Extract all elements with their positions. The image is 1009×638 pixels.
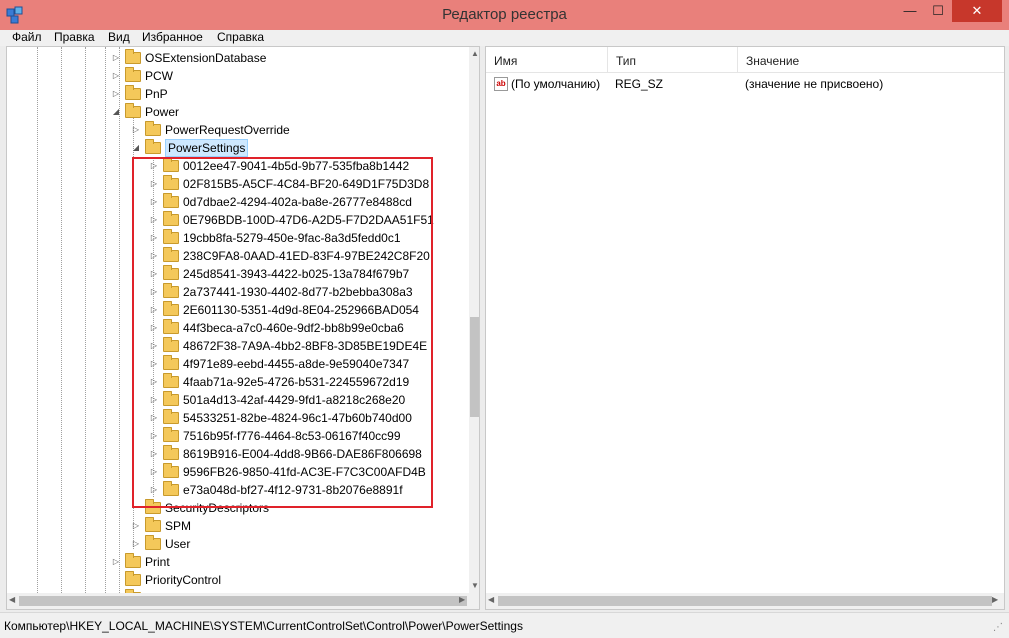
folder-icon <box>145 535 161 550</box>
close-button[interactable]: ✕ <box>952 0 1002 22</box>
expand-arrow-icon[interactable]: ▷ <box>131 517 141 535</box>
tree-guide-line <box>119 47 120 593</box>
scroll-left-icon[interactable]: ◀ <box>488 595 494 604</box>
tree-node-label: Print <box>145 555 170 569</box>
folder-icon <box>145 139 161 154</box>
menu-help[interactable]: Справка <box>217 30 264 44</box>
values-list[interactable]: Имя Тип Значение ab (По умолчанию) REG_S… <box>485 46 1005 610</box>
tree-guide-line <box>105 47 106 593</box>
expand-arrow-icon[interactable]: ▷ <box>111 553 121 571</box>
column-name[interactable]: Имя <box>486 47 608 73</box>
scroll-thumb[interactable] <box>470 317 479 417</box>
value-data: (значение не присвоено) <box>745 77 884 91</box>
scroll-thumb[interactable] <box>498 596 992 606</box>
scroll-right-icon[interactable]: ▶ <box>992 595 998 604</box>
menu-bar: Файл Правка Вид Избранное Справка <box>0 30 1009 46</box>
tree-guide-line <box>85 47 86 593</box>
tree-guide-line <box>37 47 38 593</box>
value-type: REG_SZ <box>615 77 664 91</box>
folder-icon <box>145 121 161 136</box>
expand-arrow-icon[interactable]: ▷ <box>111 49 121 67</box>
tree-horizontal-scrollbar[interactable]: ◀ ▶ <box>7 593 469 609</box>
maximize-button[interactable]: ☐ <box>924 0 952 22</box>
list-horizontal-scrollbar[interactable]: ◀ ▶ <box>486 593 1004 609</box>
menu-file[interactable]: Файл <box>12 30 42 44</box>
tree-node-label: PowerRequestOverride <box>165 123 290 137</box>
list-row[interactable]: ab (По умолчанию) REG_SZ (значение не пр… <box>486 75 1004 93</box>
tree-node-label: PowerSettings <box>165 139 249 157</box>
scroll-up-icon[interactable]: ▲ <box>469 49 479 58</box>
scroll-down-icon[interactable]: ▼ <box>469 581 479 590</box>
string-value-icon: ab <box>494 77 508 91</box>
folder-icon <box>125 49 141 64</box>
title-bar: Редактор реестра — ☐ ✕ <box>0 0 1009 30</box>
expand-arrow-icon[interactable]: ◢ <box>111 103 121 121</box>
highlight-annotation <box>132 157 433 508</box>
tree-vertical-scrollbar[interactable]: ▲ ▼ <box>469 47 479 609</box>
status-path: Компьютер\HKEY_LOCAL_MACHINE\SYSTEM\Curr… <box>4 619 523 633</box>
expand-arrow-icon[interactable]: ▷ <box>111 85 121 103</box>
tree-guide-line <box>61 47 62 593</box>
menu-favorites[interactable]: Избранное <box>142 30 203 44</box>
column-type[interactable]: Тип <box>608 47 738 73</box>
expand-arrow-icon[interactable]: ▷ <box>111 67 121 85</box>
tree-node-label: PriorityControl <box>145 573 222 587</box>
status-bar: Компьютер\HKEY_LOCAL_MACHINE\SYSTEM\Curr… <box>0 612 1009 638</box>
window-title: Редактор реестра <box>442 6 567 23</box>
tree-node-label: User <box>165 537 191 551</box>
folder-icon <box>125 85 141 100</box>
tree-node-label: SPM <box>165 519 192 533</box>
menu-edit[interactable]: Правка <box>54 30 95 44</box>
scroll-thumb[interactable] <box>19 596 467 606</box>
tree-node-label: PnP <box>145 87 168 101</box>
column-value[interactable]: Значение <box>738 47 1004 73</box>
minimize-button[interactable]: — <box>896 0 924 22</box>
tree-node-label: OSExtensionDatabase <box>145 51 267 65</box>
expand-arrow-icon[interactable]: ▷ <box>131 535 141 553</box>
tree-node-label: PCW <box>145 69 173 83</box>
list-header: Имя Тип Значение <box>486 47 1004 73</box>
resize-grip-icon[interactable]: ⋰ <box>993 622 1005 634</box>
tree-node-label: Power <box>145 105 180 119</box>
expand-arrow-icon[interactable]: ◢ <box>131 139 141 157</box>
scroll-left-icon[interactable]: ◀ <box>9 595 15 604</box>
expand-arrow-icon[interactable]: ▷ <box>131 121 141 139</box>
menu-view[interactable]: Вид <box>108 30 130 44</box>
folder-icon <box>145 517 161 532</box>
scroll-right-icon[interactable]: ▶ <box>459 595 465 604</box>
value-name: (По умолчанию) <box>511 77 601 91</box>
folder-icon <box>125 103 141 118</box>
folder-icon <box>125 67 141 82</box>
folder-icon <box>125 571 141 586</box>
folder-icon <box>125 553 141 568</box>
